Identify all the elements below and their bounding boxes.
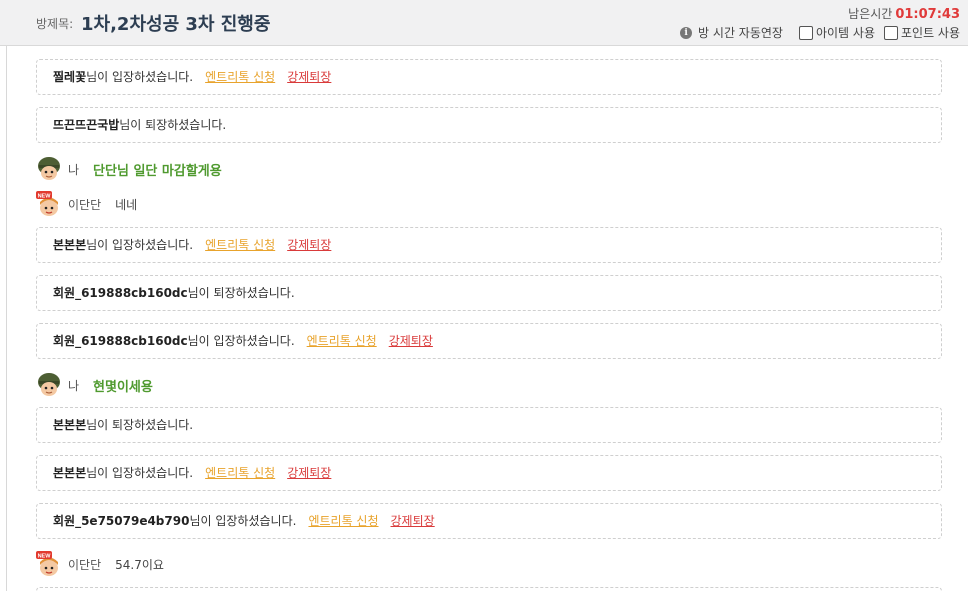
system-message: 본본본님이 입장하셨습니다. 엔트리톡 신청 강제퇴장 — [36, 227, 942, 263]
auto-extend-label: 방 시간 자동연장 — [698, 26, 783, 40]
remaining-time-label: 남은시간 — [848, 7, 893, 21]
system-message: 회원_619888cb160dc님이 퇴장하셨습니다. — [36, 275, 942, 311]
entry-talk-request-link[interactable]: 엔트리톡 신청 — [307, 334, 377, 348]
message-text: 현몇이세용 — [93, 379, 153, 395]
system-message: 회원_619888cb160dc님이 입장하셨습니다. 엔트리톡 신청 강제퇴장 — [36, 323, 942, 359]
use-point-label: 포인트 사용 — [900, 26, 960, 40]
entry-talk-request-link[interactable]: 엔트리톡 신청 — [205, 466, 275, 480]
speaker-name: 이단단 — [68, 557, 102, 572]
room-title: 1차,2차성공 3차 진행중 — [81, 14, 271, 35]
system-message: 본본본님이 퇴장하셨습니다. — [36, 407, 942, 443]
chat-message-mine: 나 단단님 일단 마감할게용 — [36, 154, 222, 184]
kick-link[interactable]: 강제퇴장 — [287, 466, 331, 480]
remaining-time: 남은시간 01:07:43 — [848, 5, 960, 22]
system-text: 님이 입장하셨습니다. — [187, 334, 295, 348]
nickname[interactable]: 회원_619888cb160dc — [53, 334, 188, 348]
system-message: 본본본님이 입장하셨습니다. 엔트리톡 신청 강제퇴장 — [36, 455, 942, 491]
soldier-avatar-icon — [38, 157, 60, 180]
svg-text:NEW: NEW — [38, 193, 52, 199]
speaker-name: 나 — [68, 378, 80, 393]
new-badge-avatar-icon: NEW — [36, 551, 58, 576]
nickname[interactable]: 본본본 — [53, 238, 86, 252]
use-item-checkbox[interactable] — [798, 25, 813, 40]
system-text: 님이 입장하셨습니다. — [86, 466, 194, 480]
system-text: 님이 입장하셨습니다. — [189, 514, 297, 528]
entry-talk-request-link[interactable]: 엔트리톡 신청 — [205, 238, 275, 252]
speaker-name: 나 — [68, 162, 80, 177]
room-options: i 방 시간 자동연장 아이템 사용 포인트 사용 — [680, 24, 960, 41]
kick-link[interactable]: 강제퇴장 — [391, 514, 435, 528]
chat-message-mine: 나 현몇이세용 — [36, 370, 153, 400]
message-text: 단단님 일단 마감할게용 — [93, 163, 222, 179]
system-text: 님이 입장하셨습니다. — [86, 238, 194, 252]
kick-link[interactable]: 강제퇴장 — [389, 334, 433, 348]
new-badge-avatar-icon: NEW — [36, 191, 58, 216]
message-text: 54.7이요 — [115, 557, 164, 572]
chat-message-other: NEW 이단단 54.7이요 — [36, 549, 164, 579]
nickname[interactable]: 본본본 — [53, 466, 86, 480]
chat-left-border — [6, 46, 7, 591]
system-message: 찔레꽃님이 입장하셨습니다. 엔트리톡 신청 강제퇴장 — [36, 59, 942, 95]
use-point-checkbox[interactable] — [883, 25, 898, 40]
kick-link[interactable]: 강제퇴장 — [287, 238, 331, 252]
use-item-label: 아이템 사용 — [815, 26, 875, 40]
system-text: 님이 퇴장하셨습니다. — [187, 286, 295, 300]
room-header: 방제목: 1차,2차성공 3차 진행중 남은시간 01:07:43 i 방 시간 … — [0, 0, 968, 46]
info-icon: i — [680, 26, 693, 39]
use-item-option[interactable]: 아이템 사용 — [798, 24, 875, 41]
system-text: 님이 입장하셨습니다. — [86, 70, 194, 84]
system-message: 뜨끈뜨끈국밥님이 퇴장하셨습니다. — [36, 107, 942, 143]
room-title-label: 방제목: — [36, 17, 74, 31]
nickname[interactable]: 본본본 — [53, 418, 86, 432]
speaker-name: 이단단 — [68, 197, 102, 212]
kick-link[interactable]: 강제퇴장 — [287, 70, 331, 84]
use-point-option[interactable]: 포인트 사용 — [883, 24, 960, 41]
entry-talk-request-link[interactable]: 엔트리톡 신청 — [205, 70, 275, 84]
entry-talk-request-link[interactable]: 엔트리톡 신청 — [308, 514, 378, 528]
system-message: 회원_5e75079e4b790님이 입장하셨습니다. 엔트리톡 신청 강제퇴장 — [36, 503, 942, 539]
nickname[interactable]: 찔레꽃 — [53, 70, 86, 84]
nickname[interactable]: 회원_5e75079e4b790 — [53, 514, 189, 528]
system-text: 님이 퇴장하셨습니다. — [119, 118, 227, 132]
remaining-time-value: 01:07:43 — [895, 7, 960, 22]
chat-message-other: NEW 이단단 네네 — [36, 189, 137, 219]
nickname[interactable]: 뜨끈뜨끈국밥 — [53, 118, 119, 132]
system-message-partial — [36, 587, 942, 591]
message-text: 네네 — [115, 197, 138, 212]
svg-text:NEW: NEW — [38, 553, 52, 559]
nickname[interactable]: 회원_619888cb160dc — [53, 286, 188, 300]
soldier-avatar-icon — [38, 373, 60, 396]
system-text: 님이 퇴장하셨습니다. — [86, 418, 194, 432]
